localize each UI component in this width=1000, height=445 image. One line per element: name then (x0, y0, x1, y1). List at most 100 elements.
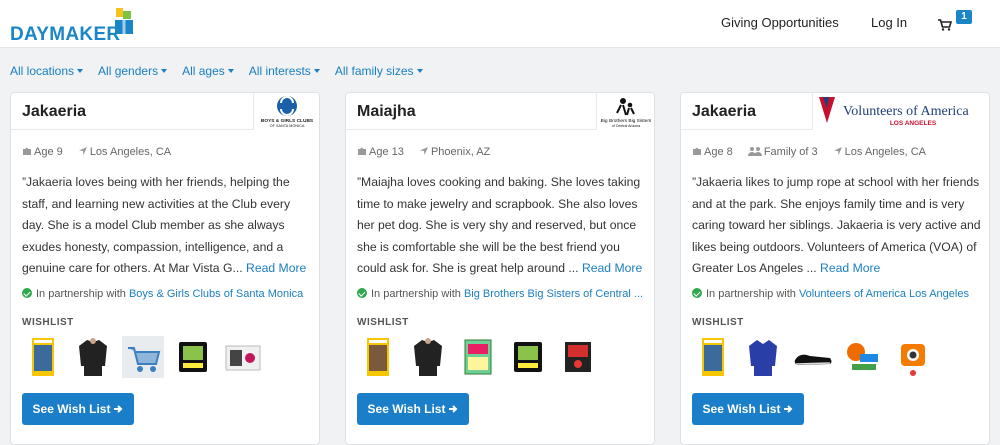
cart-toy-icon[interactable] (122, 336, 164, 378)
partner-link[interactable]: Big Brothers Big Sisters of Central ... (464, 288, 643, 300)
org-logo: Big Brothers Big Sisters of Central Ariz… (596, 93, 654, 130)
read-more-link[interactable]: Read More (246, 261, 306, 275)
filter-bar: All locations All genders All ages All i… (10, 64, 438, 80)
partner-prefix: In partnership with (371, 288, 461, 300)
shoes-icon[interactable] (792, 336, 834, 378)
see-wish-list-button[interactable]: See Wish List (357, 393, 469, 425)
filter-label: All ages (182, 64, 225, 78)
jacket-icon[interactable] (72, 336, 114, 378)
book-icon[interactable] (692, 336, 734, 378)
description-text: ”Jakaeria likes to jump rope at school w… (692, 175, 981, 275)
cart-count-badge: 1 (956, 10, 972, 24)
bbbs-logo: Big Brothers Big Sisters of Central Ariz… (601, 98, 652, 128)
read-more-link[interactable]: Read More (582, 261, 642, 275)
description-text: ”Jakaeria loves being with her friends, … (22, 175, 291, 275)
logo-text: DAYMAKER (10, 24, 121, 45)
card-header: Jakaeria BOYS & GIRLS CLUBS OF SANTA MON… (11, 93, 319, 130)
child-name: Jakaeria (22, 103, 87, 120)
location-text: Los Angeles, CA (844, 146, 927, 158)
svg-text:of Central Arizona: of Central Arizona (612, 124, 641, 128)
child-description: ”Jakaeria likes to jump rope at school w… (692, 172, 982, 280)
age-meta: Age 8 (692, 146, 739, 158)
filter-label: All family sizes (334, 64, 414, 78)
filter-family-sizes[interactable]: All family sizes (335, 64, 423, 80)
age-meta: Age 9 (22, 146, 69, 158)
partner-link[interactable]: Volunteers of America Los Angeles (799, 288, 969, 300)
puzzle-icon (358, 147, 366, 155)
jacket-icon[interactable] (407, 336, 449, 378)
location-meta: Los Angeles, CA (833, 146, 932, 158)
button-label: See Wish List (702, 402, 781, 416)
child-name: Maiajha (357, 103, 416, 120)
see-wish-list-button[interactable]: See Wish List (692, 393, 804, 425)
child-meta: Age 13 Phoenix, AZ (357, 146, 502, 158)
partner-link[interactable]: Boys & Girls Clubs of Santa Monica (129, 288, 303, 300)
location-arrow-icon (833, 147, 842, 155)
filter-interests[interactable]: All interests (249, 64, 320, 80)
caret-down-icon (227, 68, 234, 73)
child-description: ”Maiajha loves cooking and baking. She l… (357, 172, 647, 280)
age-meta: Age 13 (357, 146, 410, 158)
location-meta: Los Angeles, CA (78, 146, 177, 158)
child-description: ”Jakaeria loves being with her friends, … (22, 172, 312, 280)
book-icon[interactable] (357, 336, 399, 378)
check-circle-icon (357, 288, 367, 298)
filter-genders[interactable]: All genders (98, 64, 168, 80)
filter-label: All locations (10, 64, 75, 78)
book-icon[interactable] (22, 336, 64, 378)
tablet-icon[interactable] (172, 336, 214, 378)
read-more-link[interactable]: Read More (820, 261, 880, 275)
description-text: ”Maiajha loves cooking and baking. She l… (357, 175, 641, 275)
child-meta: Age 9 Los Angeles, CA (22, 146, 183, 158)
age-text: Age 8 (704, 146, 733, 158)
arrow-right-icon (114, 405, 123, 413)
family-text: Family of 3 (763, 146, 818, 158)
svg-text:OF SANTA MONICA: OF SANTA MONICA (270, 124, 305, 128)
nav-log-in[interactable]: Log In (871, 15, 907, 30)
child-name: Jakaeria (692, 103, 757, 120)
location-text: Los Angeles, CA (89, 146, 172, 158)
family-icon (747, 147, 762, 156)
caret-down-icon (161, 68, 168, 73)
kit-icon[interactable] (457, 336, 499, 378)
puzzle-icon (693, 147, 701, 155)
location-arrow-icon (419, 147, 428, 155)
arrow-right-icon (784, 405, 793, 413)
age-text: Age 9 (34, 146, 63, 158)
family-meta: Family of 3 (747, 146, 824, 158)
puzzle-icon (23, 147, 31, 155)
location-meta: Phoenix, AZ (419, 146, 496, 158)
bgc-santa-monica-logo: BOYS & GIRLS CLUBS OF SANTA MONICA (261, 96, 314, 128)
game-icon[interactable] (222, 336, 264, 378)
tablet-icon[interactable] (507, 336, 549, 378)
location-text: Phoenix, AZ (430, 146, 491, 158)
wishlist-label: WISHLIST (692, 317, 744, 328)
partnership-line: In partnership with Boys & Girls Clubs o… (22, 288, 312, 300)
voa-logo: Volunteers of America LOS ANGELES (819, 97, 969, 127)
filter-locations[interactable]: All locations (10, 64, 84, 80)
nav-giving-opportunities[interactable]: Giving Opportunities (721, 15, 839, 30)
hoodie-icon[interactable] (742, 336, 784, 378)
cart-icon (938, 19, 952, 31)
caret-down-icon (313, 68, 320, 73)
card-header: Jakaeria Volunteers of America LOS ANGEL… (681, 93, 989, 130)
camera-icon[interactable] (892, 336, 934, 378)
button-label: See Wish List (32, 402, 111, 416)
wishlist-label: WISHLIST (357, 317, 409, 328)
top-navbar: DAYMAKER Giving Opportunities Log In 1 (0, 0, 1000, 48)
caret-down-icon (416, 68, 423, 73)
svg-text:LOS ANGELES: LOS ANGELES (890, 120, 937, 127)
filter-label: All interests (248, 64, 311, 78)
cart-button[interactable]: 1 (938, 10, 978, 36)
filter-ages[interactable]: All ages (182, 64, 234, 80)
card-header: Maiajha Big Brothers Big Sisters of Cent… (346, 93, 654, 130)
partner-prefix: In partnership with (36, 288, 126, 300)
partnership-line: In partnership with Big Brothers Big Sis… (357, 288, 647, 300)
game-icon[interactable] (557, 336, 599, 378)
toy-icon[interactable] (842, 336, 884, 378)
check-circle-icon (692, 288, 702, 298)
caret-down-icon (77, 68, 84, 73)
svg-text:Volunteers of America: Volunteers of America (843, 104, 969, 119)
see-wish-list-button[interactable]: See Wish List (22, 393, 134, 425)
filter-label: All genders (98, 64, 159, 78)
